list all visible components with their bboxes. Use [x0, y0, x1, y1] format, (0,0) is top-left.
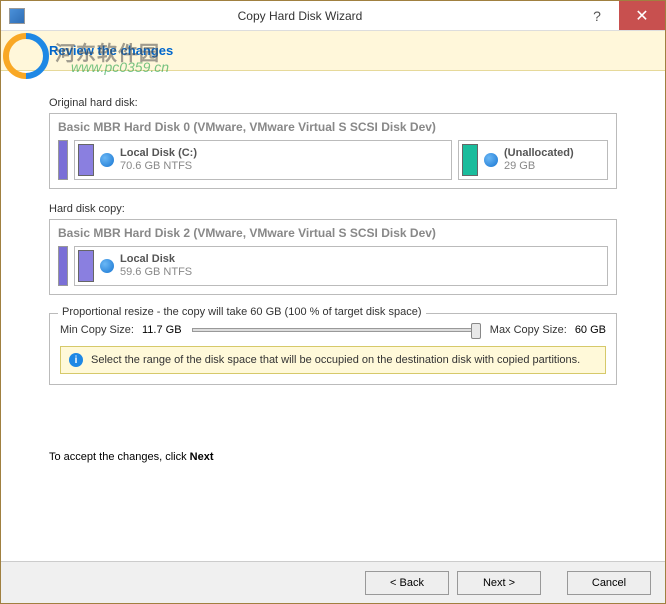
disk-icon	[484, 153, 498, 167]
info-strip: i Select the range of the disk space tha…	[60, 346, 606, 374]
next-button[interactable]: Next >	[457, 571, 541, 595]
partition-local-disk[interactable]: Local Disk 59.6 GB NTFS	[74, 246, 608, 286]
partition-name: (Unallocated)	[504, 147, 574, 160]
partition-size: 70.6 GB NTFS	[120, 160, 197, 173]
original-disk-title: Basic MBR Hard Disk 0 (VMware, VMware Vi…	[58, 120, 608, 134]
slider-thumb[interactable]	[471, 323, 481, 339]
titlebar: Copy Hard Disk Wizard ? ✕	[1, 1, 665, 31]
original-disk-panel: Basic MBR Hard Disk 0 (VMware, VMware Vi…	[49, 113, 617, 189]
copy-disk-panel: Basic MBR Hard Disk 2 (VMware, VMware Vi…	[49, 219, 617, 295]
min-copy-size-value: 11.7 GB	[142, 324, 182, 336]
wizard-footer: < Back Next > Cancel	[1, 561, 665, 603]
app-icon	[9, 8, 25, 24]
page-title: Review the changes	[49, 43, 173, 58]
max-copy-size-label: Max Copy Size:	[490, 324, 567, 336]
disk-icon	[100, 259, 114, 273]
partition-color-swatch	[462, 144, 478, 176]
resize-slider[interactable]	[192, 328, 480, 332]
window-title: Copy Hard Disk Wizard	[25, 9, 575, 23]
wizard-header: Review the changes	[1, 31, 665, 71]
partition-local-disk-c[interactable]: Local Disk (C:) 70.6 GB NTFS	[74, 140, 452, 180]
partition-color-swatch	[78, 250, 94, 282]
disk-handle	[58, 246, 68, 286]
accept-bold: Next	[190, 451, 214, 463]
copy-disk-label: Hard disk copy:	[49, 203, 617, 215]
close-button[interactable]: ✕	[619, 1, 665, 30]
partition-color-swatch	[78, 144, 94, 176]
back-button[interactable]: < Back	[365, 571, 449, 595]
disk-handle	[58, 140, 68, 180]
resize-fieldset: Proportional resize - the copy will take…	[49, 313, 617, 385]
resize-legend: Proportional resize - the copy will take…	[58, 306, 426, 318]
copy-disk-title: Basic MBR Hard Disk 2 (VMware, VMware Vi…	[58, 226, 608, 240]
disk-icon	[100, 153, 114, 167]
max-copy-size-value: 60 GB	[575, 324, 606, 336]
partition-size: 59.6 GB NTFS	[120, 266, 192, 279]
accept-instruction: To accept the changes, click Next	[49, 451, 617, 463]
original-disk-label: Original hard disk:	[49, 97, 617, 109]
cancel-button[interactable]: Cancel	[567, 571, 651, 595]
info-icon: i	[69, 353, 83, 367]
partition-size: 29 GB	[504, 160, 574, 173]
partition-name: Local Disk	[120, 253, 192, 266]
info-text: Select the range of the disk space that …	[91, 354, 580, 366]
partition-unallocated[interactable]: (Unallocated) 29 GB	[458, 140, 608, 180]
help-button[interactable]: ?	[575, 1, 619, 30]
partition-name: Local Disk (C:)	[120, 147, 197, 160]
accept-pre: To accept the changes, click	[49, 451, 190, 463]
min-copy-size-label: Min Copy Size:	[60, 324, 134, 336]
